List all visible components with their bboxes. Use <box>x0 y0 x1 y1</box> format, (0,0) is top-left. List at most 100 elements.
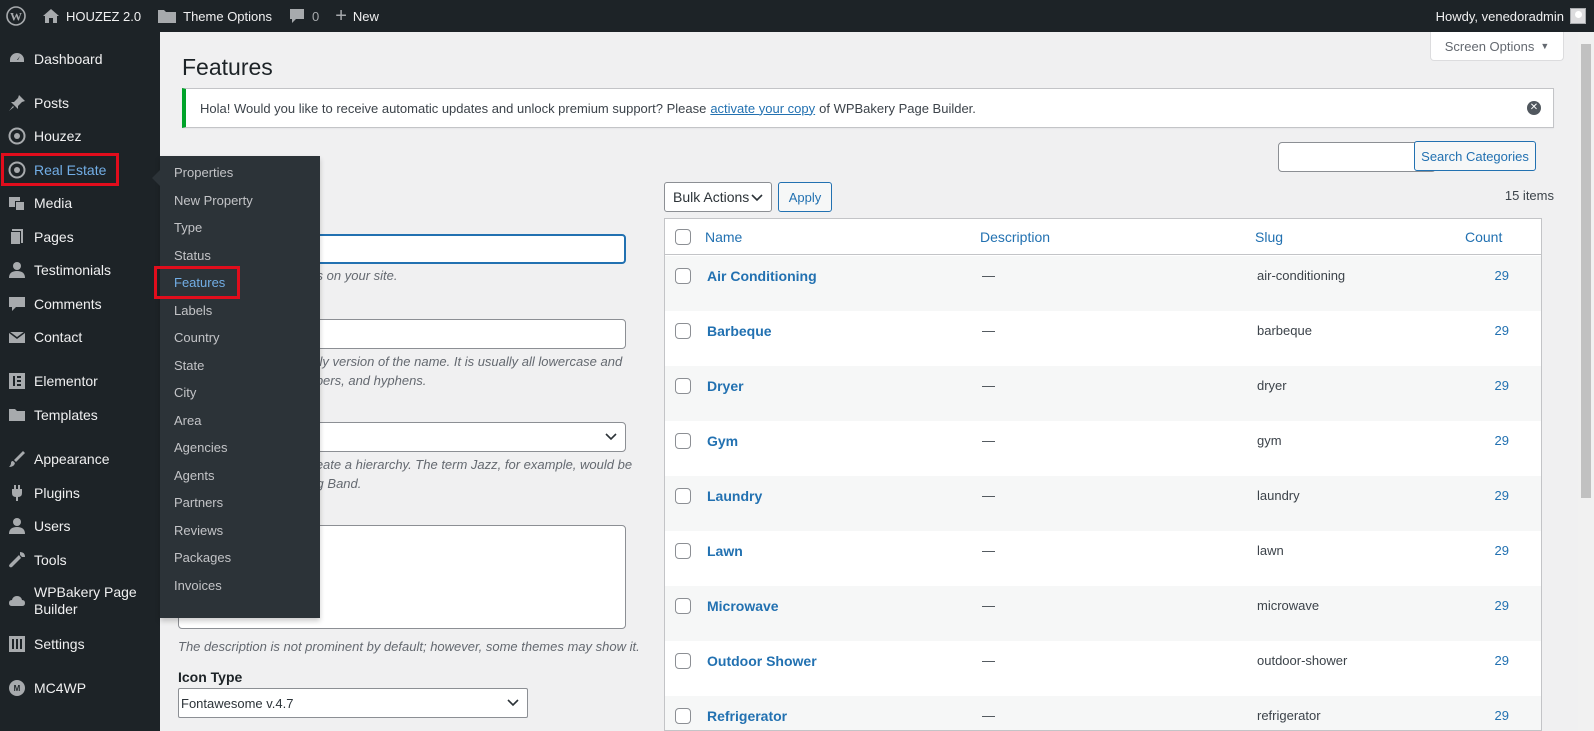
sidebar-item-elementor[interactable]: Elementor <box>0 370 160 392</box>
page-scrollbar[interactable] <box>1578 32 1594 731</box>
submenu-item-type[interactable]: Type <box>174 218 202 238</box>
theme-options-link[interactable]: Theme Options <box>149 0 280 32</box>
sidebar-item-label: Appearance <box>34 451 110 467</box>
sidebar-item-pages[interactable]: Pages <box>0 226 160 248</box>
column-description-header[interactable]: Description <box>980 229 1050 245</box>
column-count-header[interactable]: Count <box>1465 229 1502 245</box>
term-name-link[interactable]: Laundry <box>707 488 762 504</box>
sidebar-item-label: Elementor <box>34 373 98 389</box>
row-checkbox[interactable] <box>675 488 691 504</box>
plus-icon: + <box>335 5 347 27</box>
term-name-link[interactable]: Outdoor Shower <box>707 653 817 669</box>
row-checkbox[interactable] <box>675 323 691 339</box>
term-count-link[interactable]: 29 <box>1469 653 1509 668</box>
column-name-header[interactable]: Name <box>705 229 742 245</box>
wordpress-logo-icon[interactable]: W <box>0 0 34 32</box>
submenu-item-country[interactable]: Country <box>174 328 220 348</box>
term-name-link[interactable]: Air Conditioning <box>707 268 817 284</box>
sidebar-item-mc4wp[interactable]: M MC4WP <box>0 677 160 699</box>
comments-link[interactable]: 0 <box>280 0 327 32</box>
sidebar-item-testimonials[interactable]: Testimonials <box>0 259 160 281</box>
sidebar-item-media[interactable]: Media <box>0 192 160 214</box>
term-count-link[interactable]: 29 <box>1469 268 1509 283</box>
sidebar-item-posts[interactable]: Posts <box>0 92 160 114</box>
submenu-item-labels[interactable]: Labels <box>174 301 212 321</box>
term-name-link[interactable]: Dryer <box>707 378 744 394</box>
screen-options-button[interactable]: Screen Options ▼ <box>1430 32 1564 61</box>
my-account-link[interactable]: Howdy, venedoradmin <box>1428 0 1594 32</box>
sidebar-item-dashboard[interactable]: Dashboard <box>0 48 160 70</box>
home-icon <box>43 9 59 23</box>
table-row: Laundry — laundry 29 <box>665 476 1541 531</box>
submenu-item-agents[interactable]: Agents <box>174 466 214 486</box>
submenu-item-invoices[interactable]: Invoices <box>174 576 222 596</box>
site-name-link[interactable]: HOUZEZ 2.0 <box>34 0 149 32</box>
submenu-item-city[interactable]: City <box>174 383 196 403</box>
term-slug: microwave <box>1257 598 1320 613</box>
sidebar-item-comments[interactable]: Comments <box>0 293 160 315</box>
bulk-actions-select[interactable]: Bulk Actions <box>664 182 772 212</box>
term-count-link[interactable]: 29 <box>1469 488 1509 503</box>
notice-text: Hola! Would you like to receive automati… <box>200 100 707 116</box>
mc4wp-icon: M <box>8 679 26 697</box>
submenu-item-agencies[interactable]: Agencies <box>174 438 227 458</box>
icon-type-select[interactable]: Fontawesome v.4.7 <box>178 688 528 718</box>
term-count-link[interactable]: 29 <box>1469 378 1509 393</box>
row-checkbox[interactable] <box>675 268 691 284</box>
sidebar-item-tools[interactable]: Tools <box>0 549 160 571</box>
submenu-item-status[interactable]: Status <box>174 246 211 266</box>
row-checkbox[interactable] <box>675 543 691 559</box>
slug-help-line1: ndly version of the name. It is usually … <box>305 354 623 369</box>
sidebar-item-label: Tools <box>34 552 67 568</box>
term-name-link[interactable]: Lawn <box>707 543 743 559</box>
icon-type-label: Icon Type <box>178 669 243 685</box>
term-count-link[interactable]: 29 <box>1469 598 1509 613</box>
select-all-checkbox[interactable] <box>675 229 691 245</box>
elementor-icon <box>8 372 26 390</box>
column-slug-header[interactable]: Slug <box>1255 229 1283 245</box>
new-content-link[interactable]: + New <box>327 0 387 32</box>
term-name-link[interactable]: Barbeque <box>707 323 772 339</box>
term-count-link[interactable]: 29 <box>1469 543 1509 558</box>
term-name-link[interactable]: Gym <box>707 433 738 449</box>
row-checkbox[interactable] <box>675 433 691 449</box>
new-label: New <box>352 8 379 24</box>
sidebar-item-users[interactable]: Users <box>0 515 160 537</box>
row-checkbox[interactable] <box>675 378 691 394</box>
sidebar-item-houzez[interactable]: Houzez <box>0 125 160 147</box>
term-count-link[interactable]: 29 <box>1469 708 1509 723</box>
term-name-link[interactable]: Refrigerator <box>707 708 787 724</box>
submenu-item-area[interactable]: Area <box>174 411 201 431</box>
search-categories-button[interactable]: Search Categories <box>1414 141 1536 171</box>
slug-help-line2: mbers, and hyphens. <box>305 373 427 388</box>
comment-icon <box>8 295 26 313</box>
sidebar-item-label: Media <box>34 195 73 211</box>
submenu-item-state[interactable]: State <box>174 356 204 376</box>
submenu-item-packages[interactable]: Packages <box>174 548 231 568</box>
sidebar-item-wpbakery[interactable]: WPBakery Page Builder <box>0 584 160 620</box>
sidebar-item-appearance[interactable]: Appearance <box>0 448 160 470</box>
dismiss-icon[interactable]: ✕ <box>1527 101 1541 115</box>
terms-table: Name Description Slug Count Air Conditio… <box>664 218 1542 731</box>
activate-copy-link[interactable]: activate your copy <box>710 101 815 116</box>
term-count-link[interactable]: 29 <box>1469 323 1509 338</box>
sidebar-item-label: WPBakery Page <box>34 584 137 600</box>
submenu-item-properties[interactable]: Properties <box>174 163 233 183</box>
submenu-item-new-property[interactable]: New Property <box>174 191 253 211</box>
row-checkbox[interactable] <box>675 598 691 614</box>
location-icon <box>8 127 26 145</box>
term-name-link[interactable]: Microwave <box>707 598 779 614</box>
sidebar-item-contact[interactable]: Contact <box>0 326 160 348</box>
apply-button[interactable]: Apply <box>778 182 832 212</box>
scrollbar-thumb[interactable] <box>1581 44 1591 498</box>
search-input[interactable] <box>1278 142 1436 172</box>
row-checkbox[interactable] <box>675 708 691 724</box>
row-checkbox[interactable] <box>675 653 691 669</box>
sidebar-item-templates[interactable]: Templates <box>0 404 160 426</box>
sidebar-item-plugins[interactable]: Plugins <box>0 482 160 504</box>
submenu-item-reviews[interactable]: Reviews <box>174 521 223 541</box>
sidebar-item-settings[interactable]: Settings <box>0 633 160 655</box>
term-count-link[interactable]: 29 <box>1469 433 1509 448</box>
folder-icon <box>158 10 177 23</box>
submenu-item-partners[interactable]: Partners <box>174 493 223 513</box>
